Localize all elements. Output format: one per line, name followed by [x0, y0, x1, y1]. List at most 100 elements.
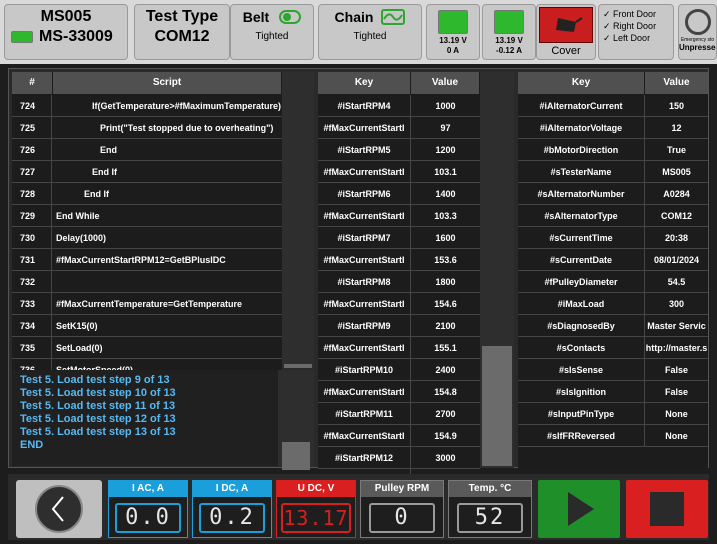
var-value: 1400 — [435, 189, 456, 199]
gauge-temp-value: 52 — [457, 503, 523, 533]
log-scrollbar[interactable] — [278, 370, 314, 470]
var-value: False — [664, 365, 688, 375]
script-col-script: Script — [53, 72, 281, 94]
vars1-col-key: Key — [318, 72, 410, 94]
var-value: None — [665, 431, 688, 441]
vars2-col-value: Value — [645, 72, 708, 94]
play-button[interactable] — [538, 480, 620, 538]
var-value: None — [665, 409, 688, 419]
tester-name-box: MS005 MS-33009 — [4, 4, 128, 60]
script-row[interactable]: 724 If(GetTemperature>#fMaximumTemperatur… — [12, 95, 282, 117]
script-row[interactable]: 728 End If — [12, 183, 282, 205]
script-row[interactable]: 735 SetLoad(0) — [12, 337, 282, 359]
var-key: #iStartRPM4 — [318, 95, 411, 116]
script-row[interactable]: 726 End — [12, 139, 282, 161]
var-row: #fMaxCurrentStartI 103.3 — [318, 205, 480, 227]
script-row-number: 727 — [12, 161, 52, 182]
script-row[interactable]: 729 End While — [12, 205, 282, 227]
script-row-text: End If — [92, 167, 117, 177]
var-row: #iStartRPM6 1400 — [318, 183, 480, 205]
var-value: http://master.s — [645, 343, 708, 353]
test-type-label: Test Type — [145, 8, 219, 25]
var-value: 300 — [668, 299, 685, 309]
var-key: #iAlternatorCurrent — [518, 95, 645, 116]
var-row: #fMaxCurrentStartI 155.1 — [318, 337, 480, 359]
log-scroll-thumb[interactable] — [282, 442, 310, 470]
log-line: Test 5. Load test step 10 of 13 — [20, 387, 176, 399]
var-key: #fMaxCurrentStartI — [318, 337, 411, 358]
var-row: #fMaxCurrentStartI 97 — [318, 117, 480, 139]
right-door-status: ✓ Right Door — [603, 21, 657, 31]
var-row: #iAlternatorVoltage 12 — [518, 117, 708, 139]
var-value: 103.1 — [434, 167, 457, 177]
belt-box: Belt Tighted — [230, 4, 314, 60]
var-key: #iStartRPM7 — [318, 227, 411, 248]
var-key: #sAlternatorNumber — [518, 183, 645, 204]
script-row-number: 725 — [12, 117, 52, 138]
script-row[interactable]: 734 SetK15(0) — [12, 315, 282, 337]
var-value: 08/01/2024 — [653, 255, 700, 265]
var-row: #sTesterName MS005 — [518, 161, 708, 183]
var-key: #fMaxCurrentStartI — [318, 161, 411, 182]
var-key: #fMaxCurrentStartI — [318, 205, 411, 226]
script-rows: 724 If(GetTemperature>#fMaximumTemperatur… — [12, 95, 282, 403]
script-row[interactable]: 727 End If — [12, 161, 282, 183]
back-icon — [35, 485, 83, 533]
var-row: #fPulleyDiameter 54.5 — [518, 271, 708, 293]
script-row-text: #fMaxCurrentTemperature=GetTemperature — [56, 299, 242, 309]
script-row[interactable]: 725 Print("Test stopped due to overheatin… — [12, 117, 282, 139]
script-row[interactable]: 732 — [12, 271, 282, 293]
log-line: Test 5. Load test step 9 of 13 — [20, 374, 170, 386]
var-row: #fMaxCurrentStartI 103.1 — [318, 161, 480, 183]
back-button[interactable] — [16, 480, 102, 538]
var-row: #sDiagnosedBy Master Servic — [518, 315, 708, 337]
script-row-text: Delay(1000) — [56, 233, 107, 243]
var-value: 2400 — [435, 365, 456, 375]
var-value: 1200 — [435, 145, 456, 155]
var-value: A0284 — [663, 189, 690, 199]
gauge-idc-label: I DC, A — [193, 481, 271, 497]
script-scroll-thumb[interactable] — [284, 364, 312, 368]
battery1-current: 0 A — [446, 46, 460, 55]
var-value: COM12 — [660, 211, 692, 221]
script-row[interactable]: 731 #fMaxCurrentStartRPM12=GetBPlusIDC — [12, 249, 282, 271]
var-row: #fMaxCurrentStartI 153.6 — [318, 249, 480, 271]
var-value: 153.6 — [434, 255, 457, 265]
var-row: #sCurrentTime 20:38 — [518, 227, 708, 249]
vars1-rows: #iStartRPM4 1000 #fMaxCurrentStartI 97 #iSta… — [318, 95, 480, 513]
var-value: 155.1 — [434, 343, 457, 353]
vars1-col-value: Value — [411, 72, 479, 94]
var-key: #fMaxCurrentStartI — [318, 425, 411, 446]
script-row[interactable]: 733 #fMaxCurrentTemperature=GetTemperatur… — [12, 293, 282, 315]
battery1-icon — [438, 10, 468, 34]
tester-id: MS-33009 — [39, 28, 113, 45]
script-row-number: 735 — [12, 337, 52, 358]
log-lines: Test 5. Load test step 9 of 13 Test 5. Lo… — [20, 374, 280, 452]
gauge-udc: U DC, V 13.17 — [276, 480, 356, 538]
var-key: #iMaxLoad — [518, 293, 645, 314]
port-label: COM12 — [154, 28, 210, 45]
stop-button[interactable] — [626, 480, 708, 538]
script-scrollbar[interactable] — [282, 72, 314, 368]
gauge-iac-value: 0.0 — [115, 503, 181, 533]
script-col-num: # — [12, 72, 52, 94]
var-row: #iStartRPM12 3000 — [318, 447, 480, 469]
script-row-number: 724 — [12, 95, 52, 116]
emergency-stop-icon — [684, 9, 711, 35]
var-value: 154.6 — [434, 299, 457, 309]
script-row-number: 734 — [12, 315, 52, 336]
var-row: #sAlternatorType COM12 — [518, 205, 708, 227]
var-value: 103.3 — [434, 211, 457, 221]
vars1-scrollbar[interactable] — [480, 72, 514, 468]
chain-icon — [381, 9, 406, 25]
vars1-scroll-thumb[interactable] — [482, 346, 512, 466]
var-value: Master Servic — [647, 321, 706, 331]
script-row-text: End — [100, 145, 117, 155]
var-key: #iStartRPM6 — [318, 183, 411, 204]
test-type-box[interactable]: Test Type COM12 — [134, 4, 230, 60]
script-panel: # Script 724 If(GetTemperature>#fMaximumT… — [12, 72, 314, 403]
var-row: #sContacts http://master.s — [518, 337, 708, 359]
script-row-number: 728 — [12, 183, 52, 204]
var-value: 1800 — [435, 277, 456, 287]
script-row[interactable]: 730 Delay(1000) — [12, 227, 282, 249]
